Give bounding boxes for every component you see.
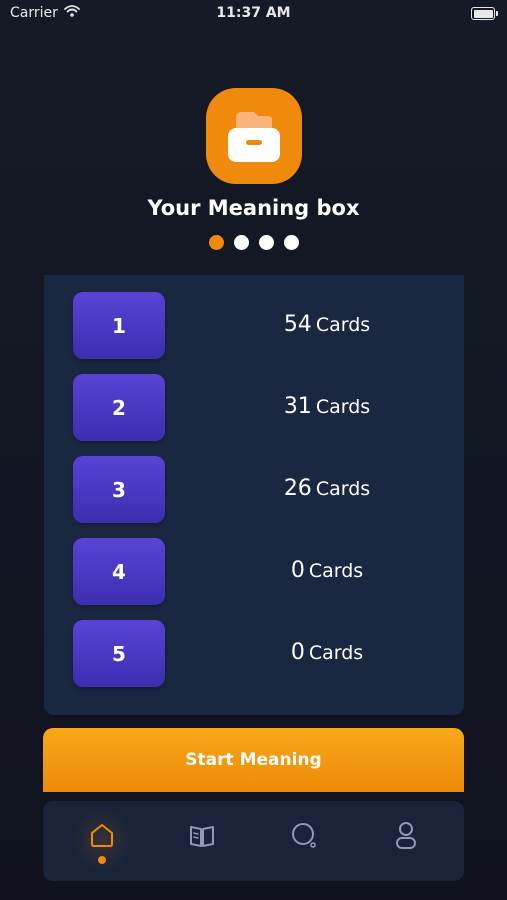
start-meaning-button[interactable]: Start Meaning <box>43 728 464 792</box>
box-count-4: 0 Cards <box>212 558 442 583</box>
box-row-1: 1 54 Cards <box>72 292 442 360</box>
box-count-1: 54 Cards <box>212 312 442 337</box>
card-unit: Cards <box>315 396 371 418</box>
box-count-2: 31 Cards <box>212 394 442 419</box>
box-row-2: 2 31 Cards <box>72 374 442 442</box>
tab-home[interactable] <box>62 801 142 881</box>
box-row-3: 3 26 Cards <box>72 456 442 524</box>
card-unit: Cards <box>308 642 364 664</box>
card-count: 26 <box>283 476 312 501</box>
card-unit: Cards <box>308 560 364 582</box>
search-icon <box>292 823 316 848</box>
box-count-3: 26 Cards <box>212 476 442 501</box>
battery-icon <box>471 7 498 20</box>
tab-bar <box>43 801 464 881</box>
box-button-5[interactable]: 5 <box>73 620 165 687</box>
card-unit: Cards <box>315 314 371 336</box>
box-button-2[interactable]: 2 <box>73 374 165 441</box>
tab-library[interactable] <box>162 801 242 881</box>
page-dot-1[interactable] <box>209 235 224 250</box>
card-count: 0 <box>290 640 305 665</box>
drawer-box-icon <box>206 88 302 184</box>
status-time: 11:37 AM <box>216 5 291 21</box>
card-count: 31 <box>283 394 312 419</box>
status-bar: Carrier 11:37 AM <box>0 0 507 28</box>
box-count-5: 0 Cards <box>212 640 442 665</box>
page-dot-4[interactable] <box>284 235 299 250</box>
box-row-5: 5 0 Cards <box>72 620 442 688</box>
page-indicator[interactable] <box>209 235 299 250</box>
boxes-panel: 1 54 Cards 2 31 Cards 3 26 Cards 4 0 Cards 5 <box>44 275 464 715</box>
page-dot-3[interactable] <box>259 235 274 250</box>
tab-search[interactable] <box>265 801 345 881</box>
box-button-4[interactable]: 4 <box>73 538 165 605</box>
profile-icon <box>396 822 416 849</box>
box-row-4: 4 0 Cards <box>72 538 442 606</box>
card-unit: Cards <box>315 478 371 500</box>
page-dot-2[interactable] <box>234 235 249 250</box>
box-button-3[interactable]: 3 <box>73 456 165 523</box>
active-tab-indicator <box>98 856 106 864</box>
tab-profile[interactable] <box>366 801 446 881</box>
card-count: 0 <box>290 558 305 583</box>
box-button-1[interactable]: 1 <box>73 292 165 359</box>
screen: Carrier 11:37 AM Your Meaning box 1 54 C… <box>0 0 507 900</box>
page-title: Your Meaning box <box>147 196 360 220</box>
card-count: 54 <box>283 312 312 337</box>
book-icon <box>190 826 214 847</box>
